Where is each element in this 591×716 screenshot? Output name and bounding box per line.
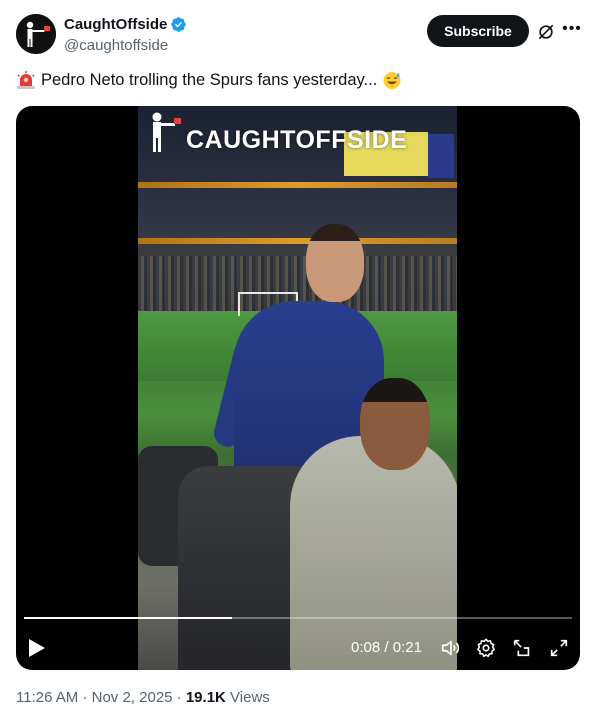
meta-separator: ·	[82, 689, 92, 706]
stadium-screen	[428, 134, 454, 178]
display-name[interactable]: CaughtOffside	[64, 16, 187, 33]
more-options-icon[interactable]: •••	[561, 19, 583, 39]
time-separator: /	[380, 639, 393, 656]
play-icon[interactable]	[28, 638, 46, 658]
meta-separator: ·	[176, 689, 186, 706]
account-name-block: CaughtOffside @caughtoffside	[64, 16, 187, 54]
views-label: Views	[230, 689, 270, 706]
fullscreen-icon[interactable]	[548, 637, 570, 659]
avatar[interactable]	[16, 14, 56, 54]
tweet-meta: 11:26 AM · Nov 2, 2025 · 19.1K Views	[16, 689, 270, 706]
video-player[interactable]: CAUGHTOFFSIDE 0:08 / 0:21	[16, 106, 580, 670]
tweet-body-text: Pedro Neto trolling the Spurs fans yeste…	[41, 70, 378, 89]
spectator-head	[360, 378, 430, 470]
referee-flag-avatar-icon	[16, 14, 56, 54]
views-count[interactable]: 19.1K	[186, 689, 226, 706]
tweet-time[interactable]: 11:26 AM	[16, 689, 78, 706]
account-handle[interactable]: @caughtoffside	[64, 37, 187, 54]
picture-in-picture-icon[interactable]	[511, 637, 533, 659]
player-head	[306, 224, 364, 302]
tweet-text: Pedro Neto trolling the Spurs fans yeste…	[16, 70, 402, 90]
video-frame[interactable]: CAUGHTOFFSIDE	[138, 106, 457, 670]
current-time: 0:08	[351, 639, 381, 656]
siren-emoji	[17, 71, 35, 89]
referee-flag-icon	[152, 112, 181, 152]
subscribe-button[interactable]: Subscribe	[427, 15, 529, 47]
stadium-light-band	[138, 182, 457, 188]
watermark-logo: CAUGHTOFFSIDE	[148, 108, 407, 158]
tweet-header: CaughtOffside @caughtoffside Subscribe •…	[16, 14, 581, 58]
video-controls: 0:08 / 0:21	[16, 626, 580, 670]
stadium-light-band	[138, 238, 457, 244]
tweet-date[interactable]: Nov 2, 2025	[92, 689, 173, 706]
video-progress-bar[interactable]	[24, 617, 572, 619]
volume-icon[interactable]	[440, 637, 462, 659]
watermark-text: CAUGHTOFFSIDE	[186, 125, 408, 154]
sweat-smile-emoji	[383, 72, 401, 89]
video-time: 0:08 / 0:21	[351, 639, 422, 656]
video-progress-fill	[24, 617, 233, 619]
duration: 0:21	[392, 639, 422, 656]
grok-icon[interactable]	[536, 22, 556, 42]
display-name-text[interactable]: CaughtOffside	[64, 16, 167, 33]
settings-icon[interactable]	[475, 637, 497, 659]
verified-badge-icon	[171, 17, 187, 32]
